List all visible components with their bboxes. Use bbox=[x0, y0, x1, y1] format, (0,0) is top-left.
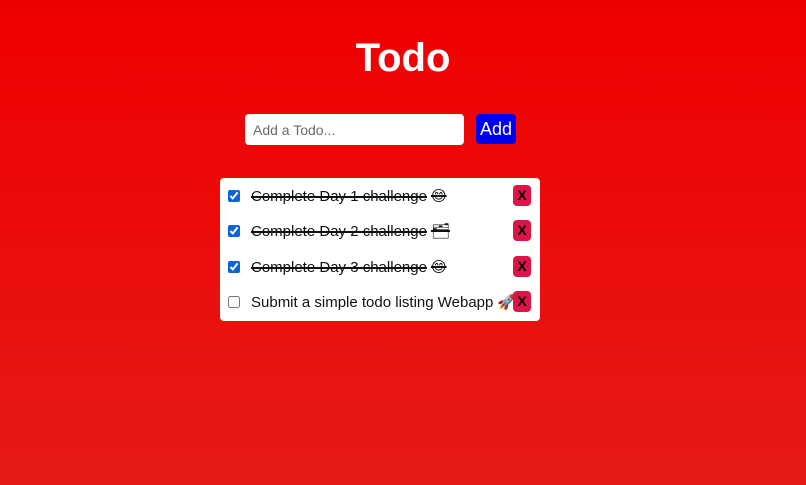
page-title: Todo bbox=[355, 36, 451, 80]
list-item: Submit a simple todo listing Webapp 🚀 X bbox=[220, 287, 540, 317]
todo-text: Complete Day 3 challenge 😊 bbox=[251, 258, 447, 276]
todo-checkbox[interactable] bbox=[228, 296, 240, 308]
smile-emoji-icon: 😊 bbox=[430, 187, 447, 205]
todo-input[interactable] bbox=[245, 114, 464, 145]
todo-checkbox[interactable] bbox=[228, 261, 240, 273]
todo-list: Complete Day 1 challenge 😊 X Complete Day… bbox=[220, 178, 540, 321]
delete-button[interactable]: X bbox=[513, 185, 531, 206]
list-item: Complete Day 2 challenge 🗂 X bbox=[220, 216, 540, 246]
add-button[interactable]: Add bbox=[476, 114, 516, 144]
delete-button[interactable]: X bbox=[513, 291, 531, 312]
list-item: Complete Day 1 challenge 😊 X bbox=[220, 181, 540, 211]
smile-emoji-icon: 😊 bbox=[430, 258, 447, 276]
card-index-emoji-icon: 🗂 bbox=[430, 222, 450, 240]
delete-button[interactable]: X bbox=[513, 256, 531, 277]
todo-text: Submit a simple todo listing Webapp 🚀 bbox=[251, 293, 517, 311]
list-item: Complete Day 3 challenge 😊 X bbox=[220, 252, 540, 282]
todo-checkbox[interactable] bbox=[228, 190, 240, 202]
todo-text: Complete Day 2 challenge 🗂 bbox=[251, 222, 450, 240]
delete-button[interactable]: X bbox=[513, 220, 531, 241]
todo-checkbox[interactable] bbox=[228, 225, 240, 237]
todo-text: Complete Day 1 challenge 😊 bbox=[251, 187, 447, 205]
